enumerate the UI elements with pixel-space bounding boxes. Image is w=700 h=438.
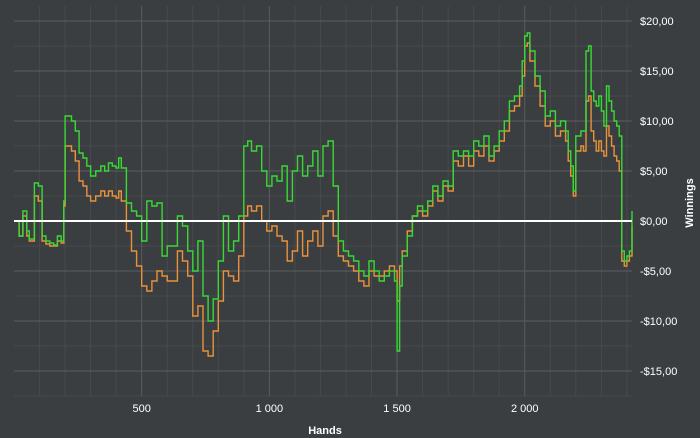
grid xyxy=(14,6,632,397)
y-tick-label: -$15,00 xyxy=(640,366,677,378)
y-tick-label: $0,00 xyxy=(640,216,668,228)
x-axis-title: Hands xyxy=(308,425,342,437)
chart-canvas: 500 1 000 1 500 2 000 -$15,00 -$10,00 -$5,00 $… xyxy=(14,6,696,437)
y-axis-title: Winnings xyxy=(684,178,696,227)
x-tick-label: 2 000 xyxy=(511,403,539,415)
x-tick-label: 500 xyxy=(133,403,151,415)
x-tick-label: 1 500 xyxy=(383,403,411,415)
x-tick-label: 1 000 xyxy=(256,403,284,415)
y-tick-label: $10,00 xyxy=(640,116,674,128)
y-tick-label: $20,00 xyxy=(640,16,674,28)
y-axis-ticks: -$15,00 -$10,00 -$5,00 $0,00 $5,00 $10,00 $15,… xyxy=(640,16,677,378)
plot-area xyxy=(14,6,632,396)
y-tick-label: $15,00 xyxy=(640,66,674,78)
y-tick-label: $5,00 xyxy=(640,166,668,178)
y-tick-label: -$5,00 xyxy=(640,266,671,278)
winnings-chart: 500 1 000 1 500 2 000 -$15,00 -$10,00 -$5,00 $… xyxy=(0,0,700,438)
x-axis-ticks: 500 1 000 1 500 2 000 xyxy=(133,403,539,415)
y-tick-label: -$10,00 xyxy=(640,316,677,328)
